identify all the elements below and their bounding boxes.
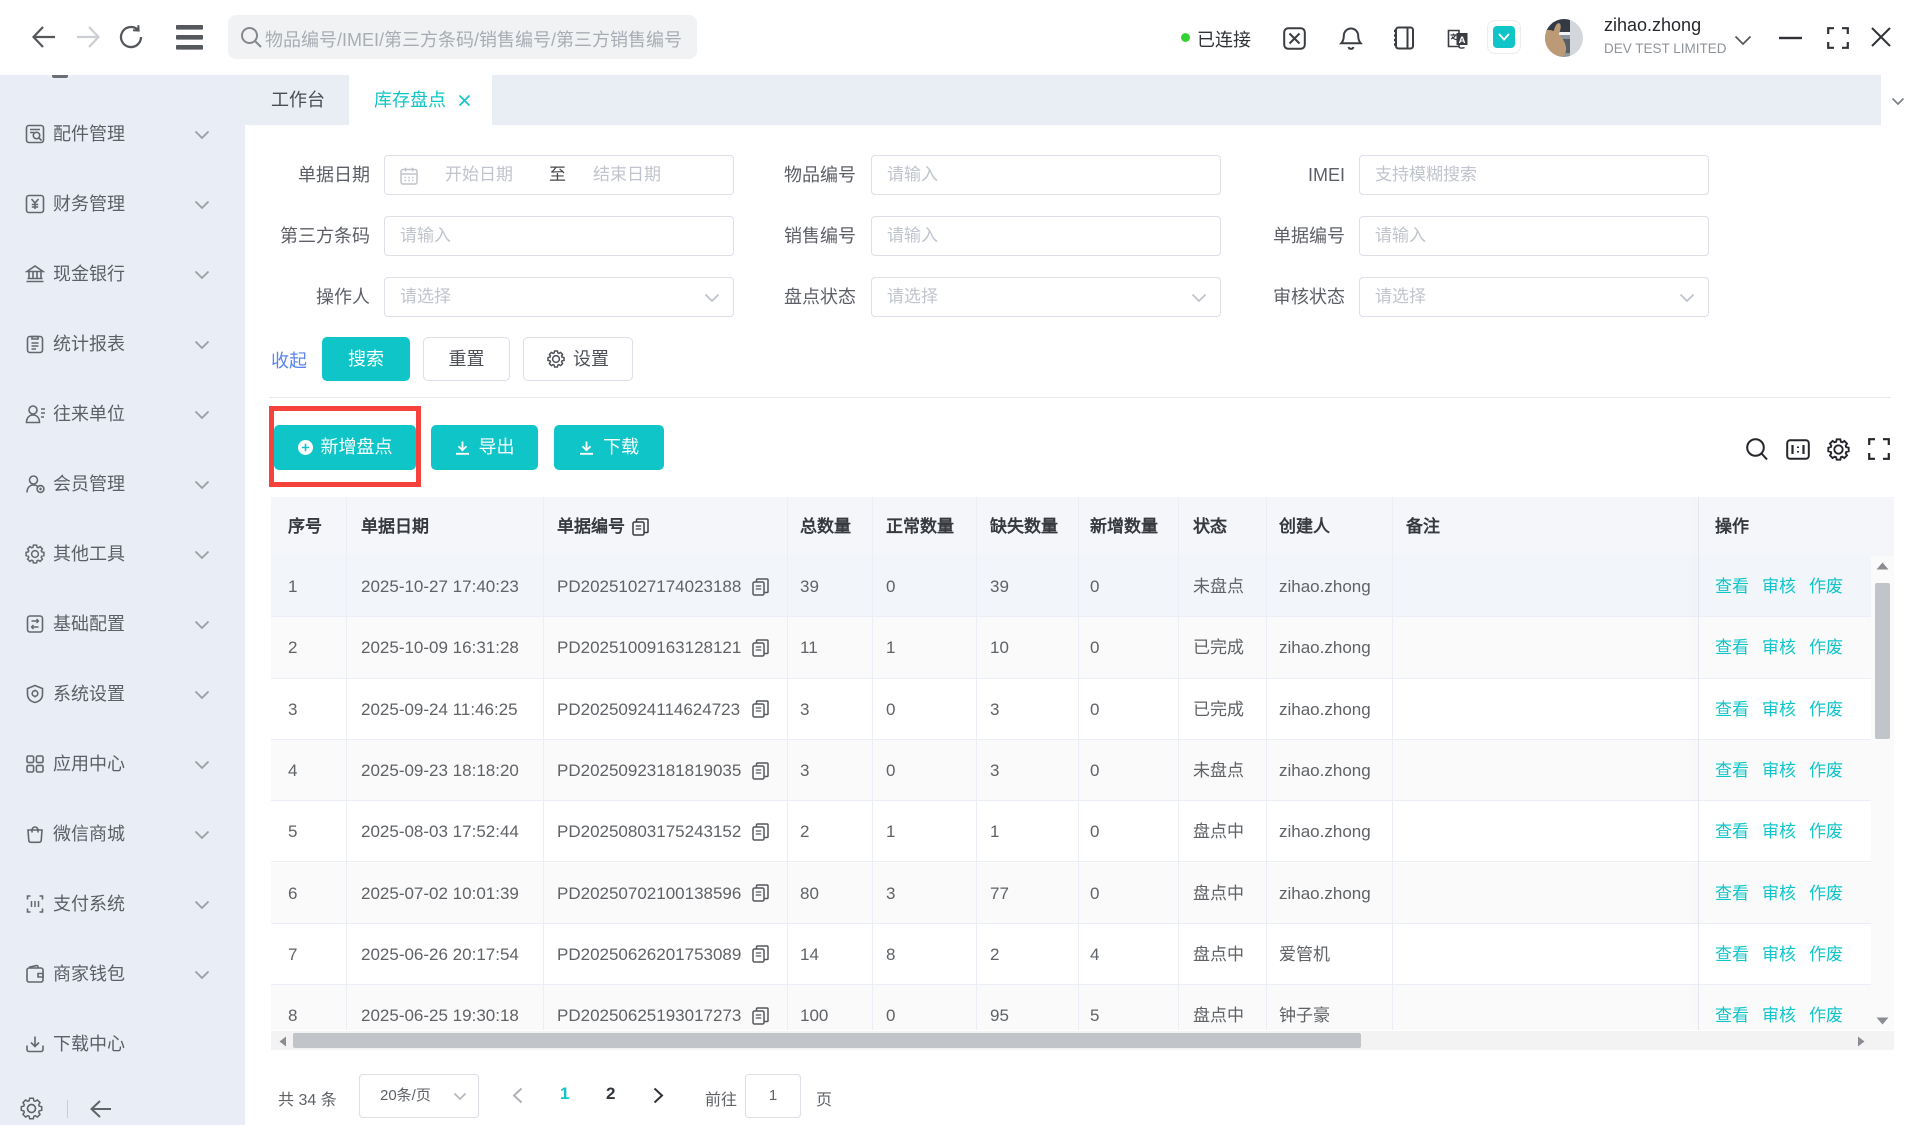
svg-text:A: A <box>1459 35 1466 46</box>
